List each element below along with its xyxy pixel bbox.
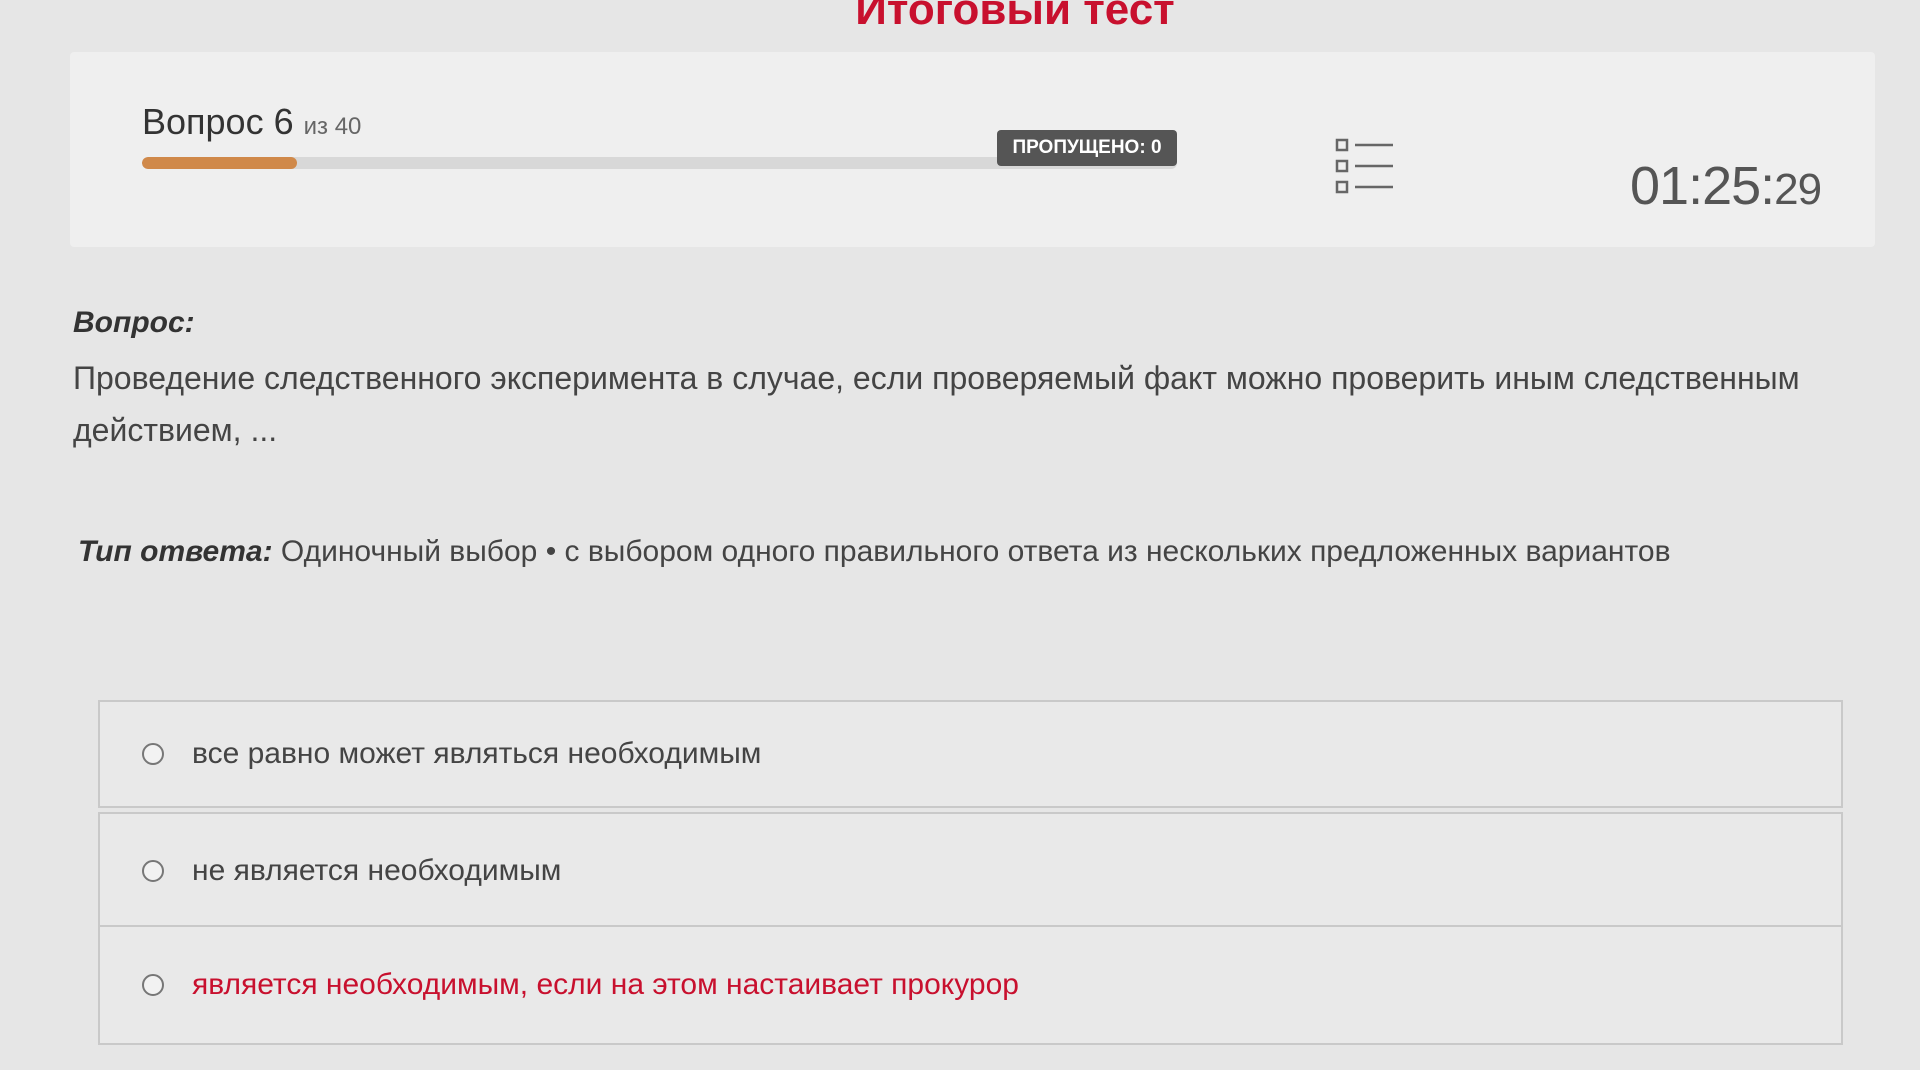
countdown-timer: 01:25:29 bbox=[1630, 154, 1822, 222]
radio-button[interactable] bbox=[142, 743, 164, 765]
question-counter: Вопрос 6 из 40 bbox=[142, 100, 361, 149]
question-list-button[interactable] bbox=[1335, 138, 1395, 196]
answer-option-2[interactable]: не является необходимым bbox=[98, 812, 1843, 930]
question-total: из 40 bbox=[303, 113, 362, 140]
list-icon bbox=[1335, 138, 1393, 194]
answer-option-3[interactable]: является необходимым, если на этом наста… bbox=[98, 925, 1843, 1045]
question-header-panel bbox=[70, 52, 1875, 247]
skipped-count-badge[interactable]: ПРОПУЩЕНО: 0 bbox=[997, 130, 1177, 166]
answer-type-value: Одиночный выбор • с выбором одного прави… bbox=[280, 535, 1671, 568]
page-title: Итоговый тест bbox=[855, 0, 1175, 34]
progress-fill bbox=[142, 157, 298, 169]
radio-button[interactable] bbox=[142, 974, 164, 996]
radio-button[interactable] bbox=[142, 860, 164, 882]
answer-type-label: Тип ответа: bbox=[78, 535, 273, 568]
answer-option-label: не является необходимым bbox=[192, 854, 562, 887]
timer-main: 01:25: bbox=[1630, 156, 1775, 216]
answer-option-1[interactable]: все равно может являться необходимым bbox=[98, 700, 1843, 808]
question-number: Вопрос 6 bbox=[142, 101, 294, 142]
answer-option-label: является необходимым, если на этом наста… bbox=[192, 968, 1019, 1001]
question-label: Вопрос: bbox=[73, 306, 195, 339]
answer-type: Тип ответа: Одиночный выбор • с выбором … bbox=[78, 530, 1858, 574]
question-text: Проведение следственного эксперимента в … bbox=[73, 360, 1800, 448]
timer-seconds: 29 bbox=[1774, 165, 1822, 214]
answer-option-label: все равно может являться необходимым bbox=[192, 737, 762, 770]
